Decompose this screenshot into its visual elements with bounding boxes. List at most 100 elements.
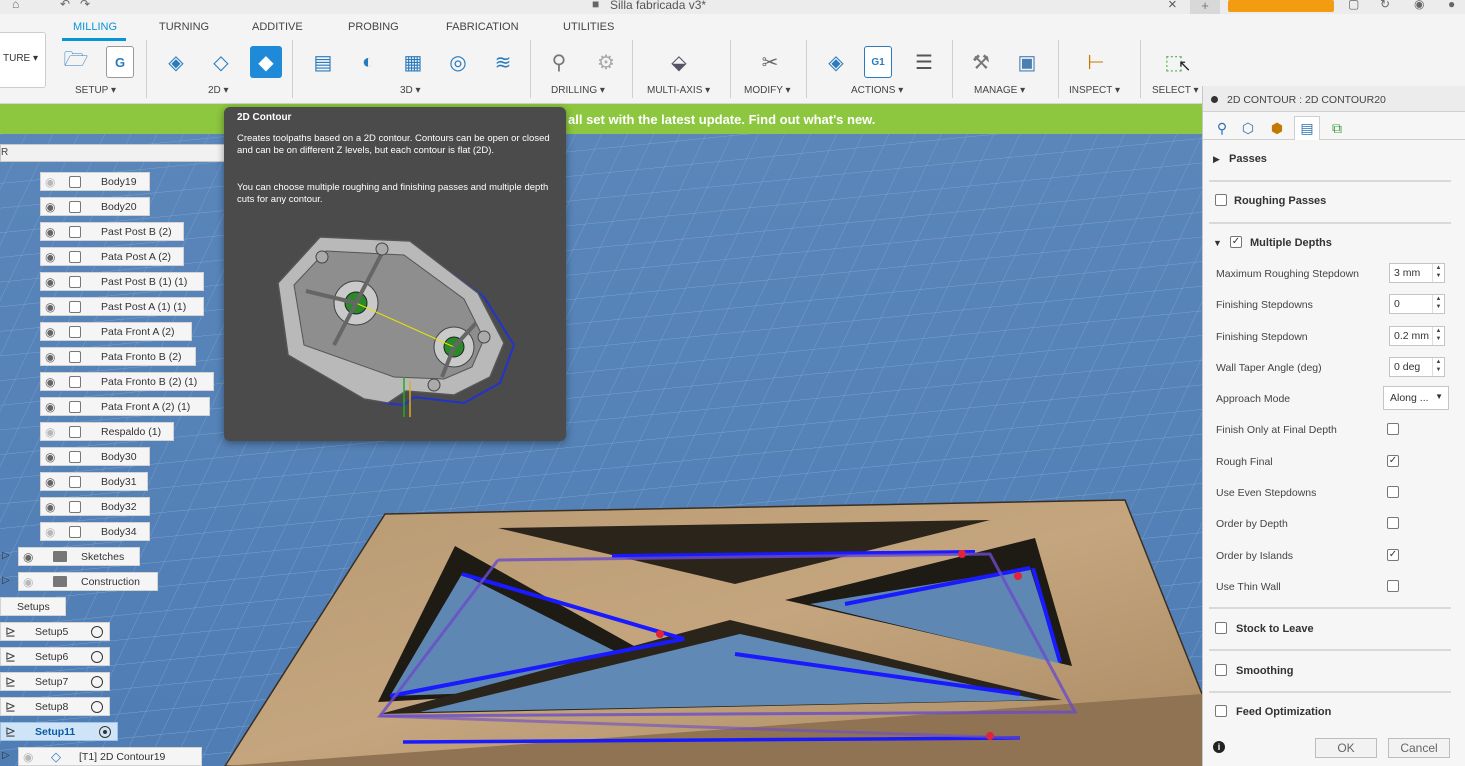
2d-pocket-icon[interactable]: ◇ xyxy=(205,46,237,78)
browser-header[interactable]: R xyxy=(0,144,232,162)
tab-turning[interactable]: TURNING xyxy=(159,21,209,33)
tree-item-body[interactable]: ◉ Body32 xyxy=(40,497,150,516)
finishing-stepdowns-input[interactable]: 0 ▲ ▼ xyxy=(1389,294,1445,314)
section-smoothing[interactable]: Smoothing xyxy=(1236,665,1293,677)
expand-arrow-icon[interactable]: ▷ xyxy=(2,575,10,586)
tool-library-icon[interactable]: ⚒ xyxy=(965,46,997,78)
order-by-depth-checkbox[interactable] xyxy=(1387,517,1399,529)
wall-taper-angle-input[interactable]: 0 deg ▲ ▼ xyxy=(1389,357,1445,377)
post-process-icon[interactable]: G1 xyxy=(864,46,892,78)
dialog-pin-icon[interactable] xyxy=(1211,96,1218,103)
finish-only-final-depth-checkbox[interactable] xyxy=(1387,423,1399,435)
tree-item-body[interactable]: ◉ Past Post B (1) (1) xyxy=(40,272,204,291)
hole-recognition-icon[interactable]: ⚙ xyxy=(590,46,622,78)
tree-item-body[interactable]: ◉ Pata Front A (2) xyxy=(40,322,192,341)
approach-mode-select[interactable]: Along ... ▼ xyxy=(1383,386,1449,410)
machine-library-icon[interactable]: ▣ xyxy=(1011,46,1043,78)
3d-scallop-icon[interactable]: ◎ xyxy=(442,46,474,78)
nc-program-icon[interactable]: G xyxy=(106,46,134,78)
max-roughing-stepdown-input[interactable]: 3 mm ▲ ▼ xyxy=(1389,263,1445,283)
cancel-button[interactable]: Cancel xyxy=(1388,738,1450,758)
order-by-islands-checkbox[interactable]: ✓ xyxy=(1387,549,1399,561)
tree-folder-sketches[interactable]: ◉ Sketches xyxy=(18,547,140,566)
section-feed-optimization[interactable]: Feed Optimization xyxy=(1236,706,1331,718)
section-passes[interactable]: Passes xyxy=(1229,153,1267,165)
update-banner[interactable]: all set with the latest update. Find out… xyxy=(0,104,1202,134)
3d-contour-icon[interactable]: ≋ xyxy=(487,46,519,78)
3d-pocket-icon[interactable]: ◐ xyxy=(352,46,384,78)
tab-geometry-icon[interactable]: ⬡ xyxy=(1235,116,1261,140)
tab-additive[interactable]: ADDITIVE xyxy=(252,21,303,33)
help-icon[interactable]: ● xyxy=(1448,0,1455,11)
2d-contour-icon[interactable]: ◆ xyxy=(250,46,282,78)
extensions-icon[interactable]: ▢ xyxy=(1348,0,1359,11)
tree-item-body[interactable]: ◉ Body20 xyxy=(40,197,150,216)
visibility-icon[interactable]: ◉ xyxy=(45,475,61,489)
visibility-icon[interactable]: ◉ xyxy=(45,450,61,464)
setup-active-radio[interactable] xyxy=(91,676,103,688)
new-tab-button[interactable]: + xyxy=(1190,0,1220,14)
tab-tool-icon[interactable]: ⚲ xyxy=(1209,116,1235,140)
visibility-icon[interactable]: ◉ xyxy=(45,375,61,389)
group-setup[interactable]: SETUP ▾ xyxy=(75,85,116,96)
measure-icon[interactable]: ⊢ xyxy=(1080,46,1112,78)
visibility-icon[interactable]: ◉ xyxy=(45,525,61,539)
setup-active-radio[interactable] xyxy=(91,626,103,638)
expand-arrow-icon[interactable]: ▷ xyxy=(2,750,10,761)
tree-item-body[interactable]: ◉ Body30 xyxy=(40,447,150,466)
tree-item-body[interactable]: ◉ Respaldo (1) xyxy=(40,422,174,441)
visibility-icon[interactable]: ◉ xyxy=(45,200,61,214)
tree-item-body[interactable]: ◉ Past Post B (2) xyxy=(40,222,184,241)
notifications-icon[interactable]: ◉ xyxy=(1414,0,1424,11)
setup-sheet-icon[interactable]: ☰ xyxy=(908,46,940,78)
tab-fabrication[interactable]: FABRICATION xyxy=(446,21,519,33)
modify-scissors-icon[interactable]: ✂ xyxy=(754,46,786,78)
tree-item-setup[interactable]: ⊵ Setup5 xyxy=(0,622,110,641)
section-multiple-depths[interactable]: Multiple Depths xyxy=(1250,237,1332,249)
info-icon[interactable]: i xyxy=(1213,741,1225,753)
visibility-icon[interactable]: ◉ xyxy=(23,550,39,564)
setup-active-radio[interactable] xyxy=(91,651,103,663)
group-inspect[interactable]: INSPECT ▾ xyxy=(1069,85,1120,96)
finishing-stepdown-input[interactable]: 0.2 mm ▲ ▼ xyxy=(1389,326,1445,346)
stock-to-leave-checkbox[interactable] xyxy=(1215,622,1227,634)
multiple-depths-checkbox[interactable]: ✓ xyxy=(1230,236,1242,248)
tree-item-body[interactable]: ◉ Body19 xyxy=(40,172,150,191)
group-multi-axis[interactable]: MULTI-AXIS ▾ xyxy=(647,85,710,96)
use-thin-wall-checkbox[interactable] xyxy=(1387,580,1399,592)
tree-item-setup[interactable]: ⊵ Setup6 xyxy=(0,647,110,666)
section-collapse-icon[interactable]: ▶ xyxy=(1213,154,1220,165)
stepper-icon[interactable]: ▲ ▼ xyxy=(1432,295,1444,313)
tree-item-body[interactable]: ◉ Pata Fronto B (2) (1) xyxy=(40,372,214,391)
rough-final-checkbox[interactable]: ✓ xyxy=(1387,455,1399,467)
undo-icon[interactable]: ↶ xyxy=(60,0,70,11)
tree-item-operation[interactable]: ◉ ◇ [T1] 2D Contour19 xyxy=(18,747,202,766)
use-even-stepdowns-checkbox[interactable] xyxy=(1387,486,1399,498)
group-modify[interactable]: MODIFY ▾ xyxy=(744,85,791,96)
tree-folder-setups[interactable]: Setups xyxy=(0,597,66,616)
tree-folder-construction[interactable]: ◉ Construction xyxy=(18,572,158,591)
simulate-icon[interactable]: ◈ xyxy=(820,46,852,78)
new-setup-icon[interactable]: 🗁 xyxy=(60,46,92,78)
3d-steep-shallow-icon[interactable]: ▦ xyxy=(397,46,429,78)
3d-adaptive-icon[interactable]: ▤ xyxy=(307,46,339,78)
feed-optimization-checkbox[interactable] xyxy=(1215,705,1227,717)
workspace-switcher[interactable]: TURE ▾ xyxy=(0,32,46,88)
dialog-header[interactable]: 2D CONTOUR : 2D CONTOUR20 xyxy=(1203,86,1465,112)
setup-active-radio[interactable] xyxy=(99,726,111,738)
tab-passes-icon[interactable]: ▤ xyxy=(1294,116,1320,140)
2d-adaptive-icon[interactable]: ◈ xyxy=(160,46,192,78)
tree-item-setup-selected[interactable]: ⊵ Setup11 xyxy=(0,722,118,741)
home-icon[interactable]: ⌂ xyxy=(12,0,19,11)
tab-probing[interactable]: PROBING xyxy=(348,21,399,33)
visibility-icon[interactable]: ◉ xyxy=(45,250,61,264)
ok-button[interactable]: OK xyxy=(1315,738,1377,758)
smoothing-checkbox[interactable] xyxy=(1215,664,1227,676)
tree-item-body[interactable]: ◉ Pata Front A (2) (1) xyxy=(40,397,210,416)
roughing-passes-checkbox[interactable] xyxy=(1215,194,1227,206)
visibility-icon[interactable]: ◉ xyxy=(45,425,61,439)
visibility-icon[interactable]: ◉ xyxy=(45,175,61,189)
stepper-icon[interactable]: ▲ ▼ xyxy=(1432,358,1444,376)
tree-item-body[interactable]: ◉ Body31 xyxy=(40,472,148,491)
tree-item-body[interactable]: ◉ Body34 xyxy=(40,522,150,541)
